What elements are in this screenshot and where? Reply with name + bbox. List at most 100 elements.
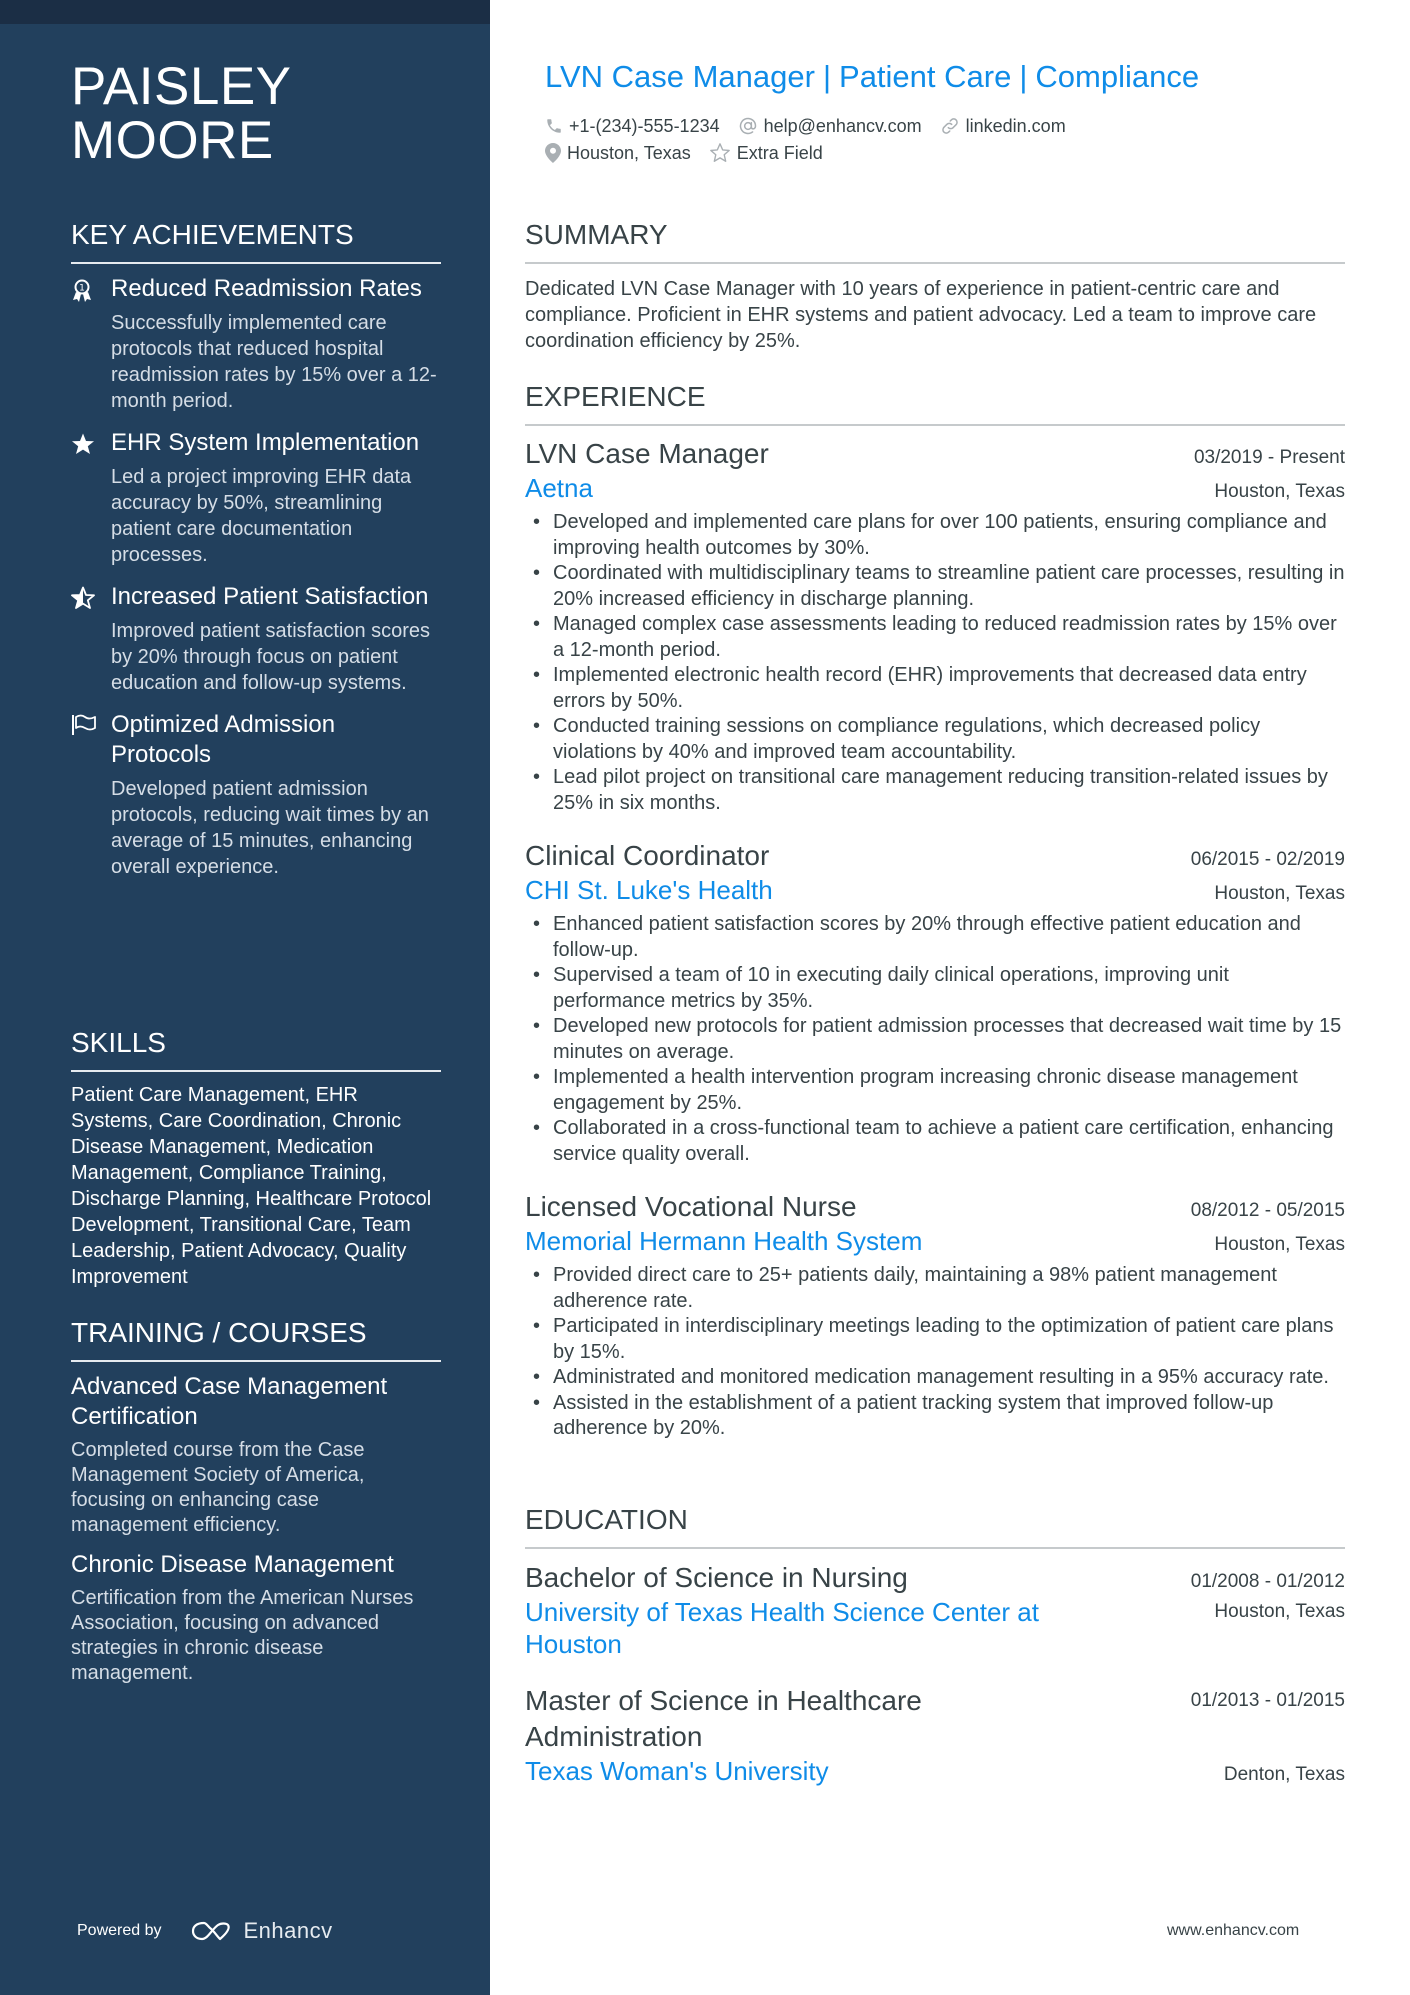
job-bullet: Developed new protocols for patient admi…	[525, 1014, 1345, 1065]
star-half-icon	[71, 582, 111, 696]
degree-title: Bachelor of Science in Nursing	[525, 1562, 908, 1593]
email-text: help@enhancv.com	[763, 116, 922, 136]
flag-icon	[71, 710, 111, 880]
achievement-item: 1 Reduced Readmission Rates Successfully…	[71, 274, 441, 414]
job-bullet: Collaborated in a cross-functional team …	[525, 1116, 1345, 1167]
candidate-name: PAISLEY MOORE	[71, 60, 292, 168]
extra-text: Extra Field	[736, 143, 823, 163]
summary-text: Dedicated LVN Case Manager with 10 years…	[525, 278, 1317, 352]
svg-text:1: 1	[79, 284, 85, 294]
achievement-item: Increased Patient Satisfaction Improved …	[71, 582, 441, 696]
headline-part: LVN Case Manager	[545, 59, 815, 94]
training-section: TRAINING / COURSES Advanced Case Managem…	[71, 1316, 441, 1698]
at-icon	[739, 117, 756, 135]
skills-list: Patient Care Management, EHR Systems, Ca…	[71, 1084, 432, 1288]
footer-url[interactable]: www.enhancv.com	[1167, 1922, 1299, 1940]
job-bullet: Implemented electronic health record (EH…	[525, 663, 1345, 714]
experience-title: EXPERIENCE	[525, 380, 1345, 426]
contact-location: Houston, Texas	[545, 141, 691, 165]
job-bullets: Provided direct care to 25+ patients dai…	[525, 1263, 1345, 1442]
school-name: University of Texas Health Science Cente…	[525, 1597, 1039, 1659]
education-dates: 01/2013 - 01/2015	[1190, 1690, 1345, 1711]
job-bullet: Participated in interdisciplinary meetin…	[525, 1314, 1345, 1365]
skills-title: SKILLS	[71, 1026, 441, 1072]
location-text: Houston, Texas	[567, 143, 691, 163]
website-text: linkedin.com	[965, 116, 1066, 136]
education-item: Bachelor of Science in Nursing 01/2008 -…	[525, 1560, 1345, 1660]
contact-email[interactable]: help@enhancv.com	[738, 114, 922, 138]
job-bullet: Assisted in the establishment of a patie…	[525, 1391, 1345, 1442]
achievement-title: Increased Patient Satisfaction	[111, 583, 429, 610]
training-title: TRAINING / COURSES	[71, 1316, 441, 1362]
job-bullet: Administrated and monitored medication m…	[525, 1365, 1345, 1391]
headline-part: Compliance	[1035, 59, 1200, 94]
headline-part: Patient Care	[839, 59, 1012, 94]
education-item: Master of Science in Healthcare Administ…	[525, 1683, 1345, 1787]
achievement-title: Reduced Readmission Rates	[111, 275, 422, 302]
job-bullet: Managed complex case assessments leading…	[525, 612, 1345, 663]
headline: LVN Case Manager | Patient Care | Compliance	[545, 58, 1199, 96]
contact-website[interactable]: linkedin.com	[940, 114, 1066, 138]
achievement-description: Led a project improving EHR data accurac…	[111, 466, 412, 566]
experience-item: Licensed Vocational Nurse 08/2012 - 05/2…	[525, 1189, 1345, 1442]
job-bullet: Coordinated with multidisciplinary teams…	[525, 561, 1345, 612]
job-bullet: Conducted training sessions on complianc…	[525, 714, 1345, 765]
job-bullet: Lead pilot project on transitional care …	[525, 765, 1345, 816]
phone-icon	[547, 119, 561, 133]
job-company: CHI St. Luke's Health	[525, 875, 773, 905]
education-title: EDUCATION	[525, 1503, 1345, 1549]
experience-item: Clinical Coordinator 06/2015 - 02/2019 C…	[525, 838, 1345, 1167]
job-bullet: Implemented a health intervention progra…	[525, 1065, 1345, 1116]
sidebar: PAISLEY MOORE KEY ACHIEVEMENTS 1 Reduced…	[0, 0, 490, 1995]
job-company: Aetna	[525, 473, 593, 503]
sidebar-top-strip	[0, 0, 490, 24]
powered-by-label: Powered by	[77, 1922, 162, 1939]
name-last: MOORE	[71, 111, 274, 170]
achievement-description: Successfully implemented care protocols …	[111, 312, 437, 412]
achievement-title: Optimized Admission Protocols	[111, 711, 336, 768]
enhancv-logo[interactable]: Enhancv	[190, 1918, 333, 1944]
job-bullet: Developed and implemented care plans for…	[525, 510, 1345, 561]
education-location: Houston, Texas	[1214, 1601, 1345, 1622]
achievement-item: EHR System Implementation Led a project …	[71, 428, 441, 568]
key-achievements-section: KEY ACHIEVEMENTS 1 Reduced Readmission R…	[71, 218, 441, 894]
job-company: Memorial Hermann Health System	[525, 1226, 923, 1256]
powered-by: Powered by Enhancv	[77, 1918, 333, 1944]
link-icon	[941, 118, 958, 134]
enhancv-wordmark: Enhancv	[243, 1918, 333, 1943]
job-bullet: Supervised a team of 10 in executing dai…	[525, 963, 1345, 1014]
course-title: Chronic Disease Management	[71, 1551, 394, 1578]
job-location: Houston, Texas	[1214, 883, 1345, 904]
summary-title: SUMMARY	[525, 218, 1345, 264]
job-bullet: Enhanced patient satisfaction scores by …	[525, 912, 1345, 963]
contact-row-1: +1-(234)-555-1234 help@enhancv.com linke…	[545, 114, 1084, 138]
job-title: LVN Case Manager	[525, 438, 769, 469]
education-dates: 01/2008 - 01/2012	[1190, 1571, 1345, 1592]
location-pin-icon	[545, 143, 561, 163]
course-description: Completed course from the Case Managemen…	[71, 1439, 365, 1536]
achievement-description: Developed patient admission protocols, r…	[111, 778, 429, 878]
job-bullets: Developed and implemented care plans for…	[525, 510, 1345, 816]
job-dates: 06/2015 - 02/2019	[1190, 849, 1345, 870]
course-title: Advanced Case Management Certification	[71, 1373, 388, 1430]
job-bullet: Provided direct care to 25+ patients dai…	[525, 1263, 1345, 1314]
headline-separator: |	[1019, 59, 1028, 94]
job-dates: 03/2019 - Present	[1193, 447, 1345, 468]
job-title: Clinical Coordinator	[525, 840, 770, 871]
education-location: Denton, Texas	[1223, 1764, 1345, 1785]
star-outline-icon	[709, 143, 730, 162]
job-dates: 08/2012 - 05/2015	[1190, 1200, 1345, 1221]
headline-separator: |	[822, 59, 832, 94]
contact-phone[interactable]: +1-(234)-555-1234	[545, 114, 720, 138]
school-name: Texas Woman's University	[525, 1756, 829, 1786]
course-description: Certification from the American Nurses A…	[71, 1587, 414, 1684]
achievement-description: Improved patient satisfaction scores by …	[111, 620, 431, 694]
course-item: Chronic Disease Management Certification…	[71, 1550, 441, 1686]
job-location: Houston, Texas	[1214, 1234, 1345, 1255]
experience-item: LVN Case Manager 03/2019 - Present Aetna…	[525, 436, 1345, 816]
job-title: Licensed Vocational Nurse	[525, 1191, 857, 1222]
contact-row-2: Houston, Texas Extra Field	[545, 141, 841, 165]
key-achievements-title: KEY ACHIEVEMENTS	[71, 218, 441, 264]
enhancv-logo-icon	[191, 1921, 230, 1941]
job-location: Houston, Texas	[1214, 481, 1345, 502]
